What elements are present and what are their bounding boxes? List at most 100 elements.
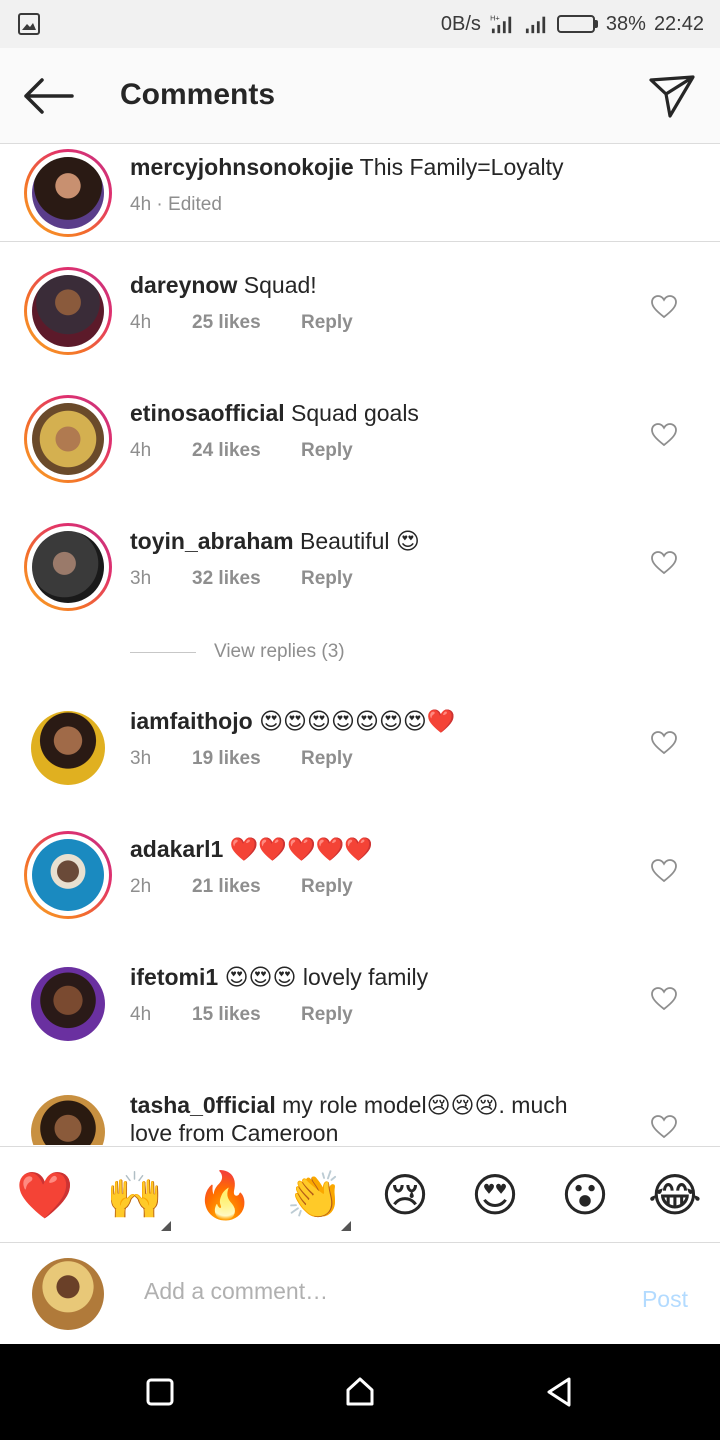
like-heart-icon[interactable] bbox=[651, 295, 677, 319]
comment-username[interactable]: ifetomi1 bbox=[130, 964, 218, 990]
reply-button[interactable]: Reply bbox=[301, 440, 353, 462]
comment-meta: 4h 15 likes Reply bbox=[130, 1004, 353, 1026]
avatar-iamfaithojo[interactable] bbox=[31, 711, 105, 785]
home-icon[interactable] bbox=[344, 1376, 376, 1408]
avatar-toyin_abraham[interactable] bbox=[24, 523, 112, 611]
comment-likes[interactable]: 15 likes bbox=[192, 1004, 301, 1026]
net-speed: 0B/s bbox=[440, 12, 481, 35]
comment-likes[interactable]: 19 likes bbox=[192, 748, 301, 770]
comment-meta: 2h 21 likes Reply bbox=[130, 876, 353, 898]
comment-body: Squad! bbox=[243, 272, 317, 298]
reaction-surprised-emoji[interactable]: 😮 bbox=[555, 1167, 615, 1223]
comment-text: ifetomi1 😍😍😍 lovely family bbox=[130, 963, 630, 991]
comment-body: ❤️❤️❤️❤️❤️ bbox=[229, 836, 373, 862]
reply-button[interactable]: Reply bbox=[301, 876, 353, 898]
battery-icon bbox=[556, 15, 598, 33]
view-replies-button[interactable]: View replies (3) bbox=[130, 641, 345, 663]
comment-likes[interactable]: 24 likes bbox=[192, 440, 301, 462]
caption-text: mercyjohnsonokojie This Family=Loyalty bbox=[130, 153, 630, 181]
reaction-fire-emoji[interactable]: 🔥 bbox=[195, 1167, 255, 1223]
comment-likes[interactable]: 32 likes bbox=[192, 568, 301, 590]
status-bar: 0B/s H+ 38% 22:42 bbox=[0, 0, 720, 48]
comment-text: etinosaofficial Squad goals bbox=[130, 399, 630, 427]
comment-time: 4h bbox=[130, 1004, 152, 1025]
comment-username[interactable]: adakarl1 bbox=[130, 836, 223, 862]
quick-reactions-bar: ❤️ 🙌 🔥 👏 😢 😍 😮 😂 bbox=[0, 1146, 720, 1243]
avatar-tasha_0fficial[interactable] bbox=[31, 1095, 105, 1145]
comment-time: 2h bbox=[130, 876, 152, 897]
comment-text: toyin_abraham Beautiful 😍 bbox=[130, 527, 630, 555]
divider bbox=[130, 651, 196, 653]
comment-meta: 4h 24 likes Reply bbox=[130, 440, 353, 462]
comment-meta: 3h 32 likes Reply bbox=[130, 568, 353, 590]
comment-username[interactable]: iamfaithojo bbox=[130, 708, 253, 734]
reaction-clapping-emoji[interactable]: 👏 bbox=[285, 1167, 345, 1223]
comment-likes[interactable]: 25 likes bbox=[192, 312, 301, 334]
comment-time: 3h bbox=[130, 568, 152, 589]
view-replies-label: View replies (3) bbox=[214, 641, 345, 662]
comment-time: 4h bbox=[130, 440, 152, 461]
back-arrow-icon[interactable] bbox=[22, 76, 74, 116]
skin-tone-indicator-icon bbox=[161, 1221, 171, 1231]
reply-button[interactable]: Reply bbox=[301, 1004, 353, 1026]
comment-text: adakarl1 ❤️❤️❤️❤️❤️ bbox=[130, 835, 630, 863]
avatar-ifetomi1[interactable] bbox=[31, 967, 105, 1041]
avatar-mercyjohnsonokojie[interactable] bbox=[24, 149, 112, 237]
signal-icon bbox=[525, 16, 546, 34]
comment-text: iamfaithojo 😍😍😍😍😍😍😍❤️ bbox=[130, 707, 630, 735]
reply-button[interactable]: Reply bbox=[301, 312, 353, 334]
comment-text: dareynow Squad! bbox=[130, 271, 630, 299]
comment-meta: 4h 25 likes Reply bbox=[130, 312, 353, 334]
reaction-heart-emoji[interactable]: ❤️ bbox=[15, 1167, 75, 1223]
like-heart-icon[interactable] bbox=[651, 987, 677, 1011]
comment-time: 3h bbox=[130, 748, 152, 769]
comment-username[interactable]: toyin_abraham bbox=[130, 528, 294, 554]
comment-input-bar: Add a comment… Post bbox=[0, 1244, 720, 1344]
comment-username[interactable]: dareynow bbox=[130, 272, 237, 298]
battery-percent: 38% bbox=[605, 12, 646, 35]
caption-username[interactable]: mercyjohnsonokojie bbox=[130, 154, 354, 180]
page-title: Comments bbox=[120, 78, 276, 111]
like-heart-icon[interactable] bbox=[651, 1115, 677, 1139]
comment-meta: 3h 19 likes Reply bbox=[130, 748, 353, 770]
comment-body: 😍😍😍 lovely family bbox=[224, 964, 429, 990]
comment-likes[interactable]: 21 likes bbox=[192, 876, 301, 898]
post-button[interactable]: Post bbox=[642, 1286, 688, 1313]
like-heart-icon[interactable] bbox=[651, 731, 677, 755]
system-navigation-bar bbox=[0, 1344, 720, 1440]
caption-meta: 4h · Edited bbox=[130, 194, 222, 215]
reaction-raising-hands-emoji[interactable]: 🙌 bbox=[105, 1167, 165, 1223]
post-caption: mercyjohnsonokojie This Family=Loyalty 4… bbox=[0, 145, 720, 242]
comment-username[interactable]: etinosaofficial bbox=[130, 400, 285, 426]
reaction-crying-emoji[interactable]: 😢 bbox=[375, 1167, 435, 1223]
reaction-laughing-emoji[interactable]: 😂 bbox=[645, 1167, 705, 1223]
comment-username[interactable]: tasha_0fficial bbox=[130, 1092, 276, 1118]
caption-body: This Family=Loyalty bbox=[359, 154, 564, 180]
reply-button[interactable]: Reply bbox=[301, 568, 353, 590]
direct-send-icon[interactable] bbox=[648, 72, 696, 120]
comment-input[interactable]: Add a comment… bbox=[144, 1278, 328, 1305]
comment-time: 4h bbox=[130, 312, 152, 333]
skin-tone-indicator-icon bbox=[341, 1221, 351, 1231]
avatar-dareynow[interactable] bbox=[24, 267, 112, 355]
reply-button[interactable]: Reply bbox=[301, 748, 353, 770]
current-user-avatar bbox=[32, 1258, 104, 1330]
avatar-adakarl1[interactable] bbox=[24, 831, 112, 919]
recent-apps-icon[interactable] bbox=[144, 1376, 176, 1408]
comments-list[interactable]: mercyjohnsonokojie This Family=Loyalty 4… bbox=[0, 145, 720, 1145]
comment-body: Squad goals bbox=[291, 400, 419, 426]
comment-body: 😍😍😍😍😍😍😍❤️ bbox=[259, 708, 456, 734]
comment-text: tasha_0fficial my role model😢😢😢. much lo… bbox=[130, 1091, 610, 1145]
like-heart-icon[interactable] bbox=[651, 551, 677, 575]
network-type-label: H+ bbox=[490, 13, 500, 22]
comment-body: Beautiful 😍 bbox=[300, 528, 420, 554]
like-heart-icon[interactable] bbox=[651, 859, 677, 883]
gallery-notification-icon bbox=[18, 13, 40, 35]
clock: 22:42 bbox=[653, 12, 704, 35]
signal-hplus-icon: H+ bbox=[490, 13, 512, 34]
back-nav-icon[interactable] bbox=[544, 1376, 576, 1408]
reaction-heart-eyes-emoji[interactable]: 😍 bbox=[465, 1167, 525, 1223]
avatar-etinosaofficial[interactable] bbox=[24, 395, 112, 483]
app-header: Comments bbox=[0, 48, 720, 144]
like-heart-icon[interactable] bbox=[651, 423, 677, 447]
